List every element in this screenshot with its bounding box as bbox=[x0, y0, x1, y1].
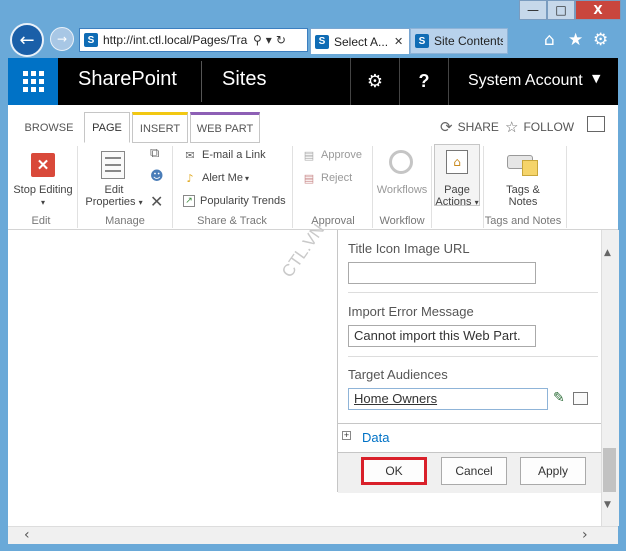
back-button[interactable]: ← bbox=[10, 23, 44, 57]
sharepoint-brand[interactable]: SharePoint bbox=[78, 68, 177, 91]
browse-audiences-icon[interactable] bbox=[573, 392, 588, 405]
group-label-workflow: Workflow bbox=[379, 215, 425, 227]
check-names-icon[interactable]: ✎ bbox=[553, 390, 565, 406]
workflows-icon[interactable] bbox=[389, 150, 413, 174]
apply-button[interactable]: Apply bbox=[520, 457, 586, 485]
target-audiences-label: Target Audiences bbox=[348, 367, 448, 382]
approve-icon: ▤ bbox=[303, 148, 315, 162]
trend-chart-icon: ↗ bbox=[183, 195, 195, 207]
stop-editing-button[interactable]: Stop Editing ▾ bbox=[10, 184, 76, 209]
alert-me-button[interactable]: ♪ Alert Me ▾ bbox=[183, 171, 249, 185]
workflows-button[interactable]: Workflows bbox=[374, 184, 430, 196]
note-icon[interactable] bbox=[522, 160, 538, 176]
group-divider bbox=[372, 146, 373, 228]
dropdown-icon[interactable]: ▾ bbox=[266, 33, 272, 47]
title-icon-url-label: Title Icon Image URL bbox=[348, 241, 470, 256]
back-arrow-icon: ← bbox=[19, 29, 35, 51]
account-menu[interactable]: System Account bbox=[468, 72, 583, 90]
email-link-button[interactable]: ✉ E-mail a Link bbox=[183, 148, 265, 162]
group-label-edit: Edit bbox=[31, 215, 51, 227]
help-icon[interactable]: ? bbox=[400, 58, 449, 105]
tab-insert[interactable]: INSERT bbox=[132, 112, 188, 143]
scroll-right-icon[interactable]: › bbox=[582, 527, 588, 543]
tab-label: Select A... bbox=[334, 34, 389, 49]
share-link[interactable]: ⟳ SHARE bbox=[440, 118, 499, 136]
group-label-tags-notes: Tags and Notes bbox=[484, 215, 562, 227]
address-bar[interactable]: S http://int.ctl.local/Pages/Tra ⚲ ▾ ↻ bbox=[79, 28, 308, 52]
group-divider bbox=[566, 146, 567, 228]
edit-properties-button[interactable]: Edit Properties ▾ bbox=[80, 184, 148, 209]
envelope-icon: ✉ bbox=[185, 148, 195, 162]
sharepoint-favicon-icon: S bbox=[415, 34, 429, 48]
edit-properties-icon[interactable] bbox=[101, 151, 125, 179]
tab-label: Site Contents bbox=[434, 34, 503, 48]
group-label-manage: Manage bbox=[105, 215, 145, 227]
page-history-icon[interactable]: ⧉ bbox=[150, 146, 159, 161]
ok-button[interactable]: OK bbox=[361, 457, 427, 485]
settings-gear-icon[interactable]: ⚙ bbox=[350, 58, 400, 105]
gear-icon[interactable]: ⚙ bbox=[593, 30, 608, 50]
reject-button[interactable]: ▤ Reject bbox=[302, 171, 352, 185]
reject-icon: ▤ bbox=[303, 171, 315, 185]
maximize-button[interactable]: □ bbox=[547, 0, 575, 20]
audience-value: Home Owners bbox=[354, 391, 438, 406]
group-divider bbox=[172, 146, 173, 228]
import-error-label: Import Error Message bbox=[348, 304, 474, 319]
approve-button[interactable]: ▤ Approve bbox=[302, 148, 362, 162]
share-icon: ⟳ bbox=[440, 118, 453, 136]
sharepoint-favicon-icon: S bbox=[315, 34, 329, 49]
title-icon-url-input[interactable] bbox=[348, 262, 536, 284]
close-tab-icon[interactable]: ✕ bbox=[394, 35, 403, 48]
app-launcher-icon[interactable] bbox=[8, 58, 58, 105]
group-divider bbox=[292, 146, 293, 228]
tab-page[interactable]: PAGE bbox=[84, 112, 130, 143]
popularity-trends-button[interactable]: ↗ Popularity Trends bbox=[183, 195, 286, 207]
forward-button[interactable]: → bbox=[50, 27, 74, 51]
refresh-icon[interactable]: ↻ bbox=[276, 33, 286, 47]
target-audiences-input[interactable]: Home Owners bbox=[348, 388, 548, 410]
cancel-button[interactable]: Cancel bbox=[441, 457, 507, 485]
tab-browse[interactable]: BROWSE bbox=[20, 112, 78, 143]
stop-editing-icon[interactable]: ✕ bbox=[31, 153, 55, 177]
divider bbox=[338, 423, 601, 424]
browser-tab-select[interactable]: S Select A... ✕ bbox=[310, 28, 410, 54]
scroll-up-icon[interactable]: ▲ bbox=[604, 248, 611, 258]
divider bbox=[348, 356, 598, 357]
divider bbox=[348, 292, 598, 293]
data-section-link[interactable]: Data bbox=[362, 430, 389, 445]
focus-on-content-icon[interactable] bbox=[587, 116, 605, 132]
forward-arrow-icon: → bbox=[56, 32, 68, 46]
star-icon[interactable]: ★ bbox=[568, 30, 583, 50]
group-divider bbox=[431, 146, 432, 228]
tags-notes-button[interactable]: Tags & Notes bbox=[492, 184, 554, 208]
tab-web-part[interactable]: WEB PART bbox=[190, 112, 260, 143]
expand-icon[interactable]: + bbox=[342, 431, 351, 440]
chevron-down-icon[interactable]: ▼ bbox=[592, 72, 600, 85]
bell-icon: ♪ bbox=[186, 171, 194, 185]
browser-tab-site-contents[interactable]: S Site Contents bbox=[410, 28, 508, 54]
group-divider bbox=[77, 146, 78, 228]
close-window-button[interactable]: X bbox=[575, 0, 621, 20]
url-text[interactable]: http://int.ctl.local/Pages/Tra bbox=[103, 33, 249, 47]
vertical-scroll-thumb[interactable] bbox=[603, 448, 616, 492]
horizontal-scrollbar[interactable] bbox=[8, 526, 618, 544]
page-actions-label: Page Actions ▾ bbox=[435, 184, 479, 208]
page-actions-icon: ⌂ bbox=[446, 150, 468, 174]
follow-link[interactable]: ☆ FOLLOW bbox=[505, 118, 574, 136]
search-icon[interactable]: ⚲ bbox=[253, 33, 262, 47]
delete-page-icon[interactable]: ✕ bbox=[150, 192, 163, 211]
home-icon[interactable]: ⌂ bbox=[544, 30, 555, 50]
group-label-approval: Approval bbox=[311, 215, 355, 227]
sites-link[interactable]: Sites bbox=[222, 68, 266, 91]
minimize-button[interactable]: — bbox=[519, 0, 547, 20]
scroll-left-icon[interactable]: ‹ bbox=[24, 527, 30, 543]
suite-bar-divider bbox=[201, 61, 202, 102]
page-permissions-icon[interactable]: ☻ bbox=[150, 169, 164, 184]
sharepoint-favicon-icon: S bbox=[84, 33, 98, 47]
star-outline-icon: ☆ bbox=[505, 118, 519, 136]
import-error-input[interactable]: Cannot import this Web Part. bbox=[348, 325, 536, 347]
scroll-down-icon[interactable]: ▼ bbox=[604, 500, 611, 510]
group-label-share-track: Share & Track bbox=[197, 215, 267, 227]
